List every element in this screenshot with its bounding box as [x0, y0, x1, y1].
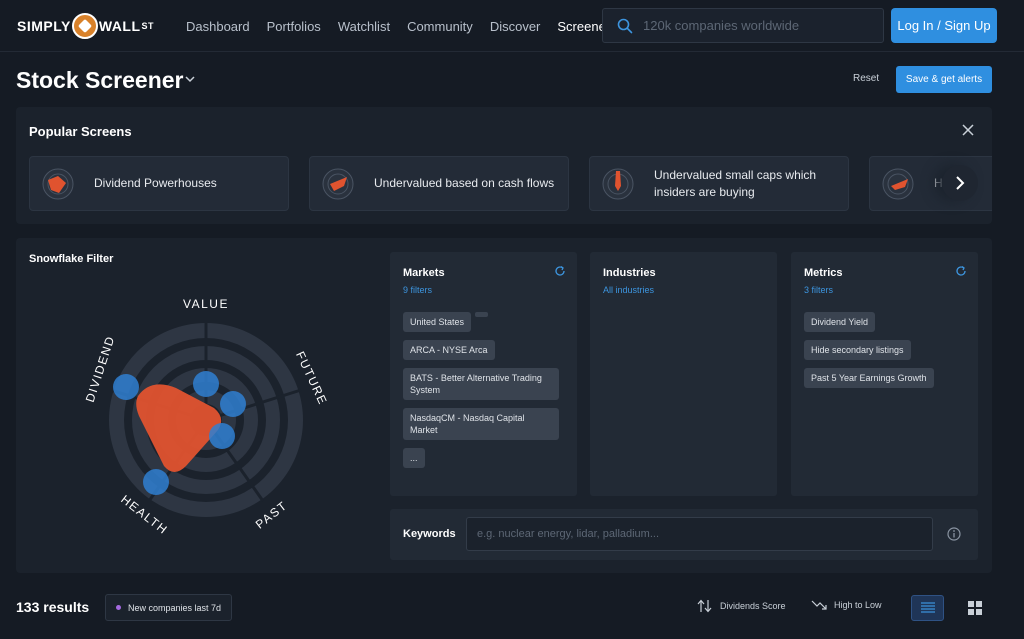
logo-text-sup: ST [141, 21, 155, 31]
screen-card-label: Undervalued small caps which insiders ar… [654, 167, 817, 199]
sort-by-button[interactable]: Dividends Score [697, 599, 786, 613]
metrics-chips: Dividend Yield Hide secondary listings P… [804, 312, 964, 396]
dividend-handle-icon[interactable] [113, 374, 139, 400]
insider-gauge-icon [602, 168, 634, 200]
chip-dividend-yield[interactable]: Dividend Yield [804, 312, 876, 332]
list-view-icon [920, 602, 935, 613]
metrics-filter-count[interactable]: 3 filters [804, 285, 833, 295]
chevron-right-icon [956, 176, 965, 190]
industries-filter-value[interactable]: All industries [603, 285, 654, 295]
markets-title: Markets [403, 267, 445, 279]
grid-view-button[interactable] [960, 595, 990, 621]
sort-order-label: High to Low [834, 600, 882, 610]
sort-order-button[interactable]: High to Low [811, 599, 882, 611]
top-nav: SIMPLY WALL ST Dashboard Portfolios Watc… [0, 0, 1024, 52]
new-companies-filter[interactable]: New companies last 7d [105, 594, 233, 621]
nav-link-portfolios[interactable]: Portfolios [267, 19, 321, 34]
screen-card-label: Dividend Powerhouses [94, 176, 217, 190]
markets-column[interactable]: Markets 9 filters United States ARCA - N… [390, 252, 577, 496]
search-box[interactable] [602, 8, 884, 43]
search-icon [617, 18, 633, 34]
dividend-gauge-icon [42, 168, 74, 200]
nav-link-watchlist[interactable]: Watchlist [338, 19, 390, 34]
keywords-input[interactable] [466, 517, 933, 551]
refresh-icon[interactable] [955, 265, 967, 277]
lion-logo-icon [71, 13, 98, 39]
save-alerts-button[interactable]: Save & get alerts [896, 66, 992, 93]
popular-screens-panel: Popular Screens Dividend Powerhouses Und… [16, 107, 992, 224]
chip-earnings-growth[interactable]: Past 5 Year Earnings Growth [804, 368, 934, 388]
industries-column[interactable]: Industries All industries [590, 252, 777, 496]
close-icon[interactable] [962, 124, 974, 136]
chip-arca[interactable]: ARCA - NYSE Arca [403, 340, 495, 360]
past-handle-icon[interactable] [209, 423, 235, 449]
new-companies-label: New companies last 7d [128, 602, 222, 613]
snowflake-filter-title: Snowflake Filter [29, 253, 114, 265]
screen-card-dividend-powerhouses[interactable]: Dividend Powerhouses [29, 156, 289, 211]
refresh-icon[interactable] [554, 265, 566, 277]
chip-united-states[interactable]: United States [403, 312, 472, 332]
axis-label-past: PAST [253, 498, 290, 531]
axis-label-value: VALUE [183, 297, 229, 311]
health-handle-icon[interactable] [143, 469, 169, 495]
growth-gauge-icon [882, 168, 914, 200]
logo-text-left: SIMPLY [17, 18, 71, 34]
screen-card-undervalued-small-caps[interactable]: Undervalued small caps which insiders ar… [589, 156, 849, 211]
sort-arrows-icon [697, 599, 712, 613]
sort-by-label: Dividends Score [720, 601, 786, 611]
chip-extra[interactable] [475, 312, 489, 317]
metrics-title: Metrics [804, 267, 843, 279]
chip-more[interactable]: ... [403, 448, 425, 468]
logo-text-right: WALL [98, 18, 141, 34]
axis-label-dividend: DIVIDEND [83, 334, 118, 404]
nav-links: Dashboard Portfolios Watchlist Community… [186, 0, 627, 52]
grid-view-icon [968, 601, 982, 615]
logo[interactable]: SIMPLY WALL ST [17, 12, 154, 40]
reset-button[interactable]: Reset [853, 73, 879, 84]
nav-link-discover[interactable]: Discover [490, 19, 541, 34]
markets-filter-count[interactable]: 9 filters [403, 285, 432, 295]
keywords-row: Keywords [390, 509, 978, 560]
list-view-button[interactable] [911, 595, 944, 621]
trend-down-icon [811, 600, 827, 610]
results-count: 133 results [16, 599, 90, 615]
metrics-column[interactable]: Metrics 3 filters Dividend Yield Hide se… [791, 252, 978, 496]
next-arrow-button[interactable] [942, 165, 978, 201]
page-title: Stock Screener [16, 67, 184, 93]
value-gauge-icon [322, 168, 354, 200]
screen-card-label: Undervalued based on cash flows [374, 176, 555, 190]
chip-hide-secondary[interactable]: Hide secondary listings [804, 340, 911, 360]
industries-title: Industries [603, 267, 656, 279]
login-signup-button[interactable]: Log In / Sign Up [891, 8, 997, 43]
chevron-down-icon[interactable] [185, 75, 195, 83]
nav-link-dashboard[interactable]: Dashboard [186, 19, 250, 34]
keywords-label: Keywords [403, 528, 456, 540]
future-handle-icon[interactable] [220, 391, 246, 417]
chip-bats[interactable]: BATS - Better Alternative Trading System [403, 368, 559, 400]
purple-dot-icon [116, 605, 121, 610]
info-icon[interactable] [947, 527, 961, 541]
filter-panel: Snowflake Filter VALUE FUTURE PAST HEALT… [16, 238, 992, 573]
search-input[interactable] [643, 9, 879, 42]
popular-screens-title: Popular Screens [29, 124, 132, 139]
value-handle-icon[interactable] [193, 371, 219, 397]
nav-link-community[interactable]: Community [407, 19, 473, 34]
snowflake-chart[interactable]: VALUE FUTURE PAST HEALTH DIVIDEND [76, 288, 336, 563]
markets-chips: United States ARCA - NYSE Arca BATS - Be… [403, 312, 563, 476]
chip-nasdaqcm[interactable]: NasdaqCM - Nasdaq Capital Market [403, 408, 559, 440]
screen-card-undervalued-cash-flows[interactable]: Undervalued based on cash flows [309, 156, 569, 211]
